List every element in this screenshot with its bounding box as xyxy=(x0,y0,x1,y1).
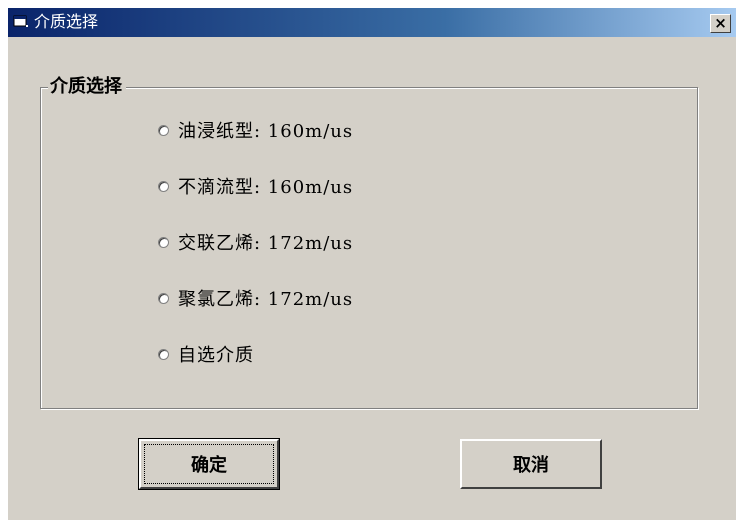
cancel-button-label: 取消 xyxy=(513,455,549,476)
radio-label: 聚氯乙烯: 172m/us xyxy=(178,289,354,310)
radio-button[interactable] xyxy=(158,180,169,192)
app-icon xyxy=(13,15,28,27)
cancel-button[interactable]: 取消 xyxy=(460,439,602,489)
radio-label: 自选介质 xyxy=(178,345,254,366)
radio-option-custom[interactable]: 自选介质 xyxy=(158,342,254,366)
title-bar[interactable]: 介质选择 × xyxy=(8,8,736,37)
ok-button[interactable]: 确定 xyxy=(138,438,280,490)
radio-button[interactable] xyxy=(158,292,169,304)
radio-option-non-drip[interactable]: 不滴流型: 160m/us xyxy=(158,174,353,198)
close-button[interactable]: × xyxy=(710,14,731,33)
window-title: 介质选择 xyxy=(34,12,99,31)
radio-button[interactable] xyxy=(158,124,169,136)
radio-option-pvc[interactable]: 聚氯乙烯: 172m/us xyxy=(158,286,353,310)
radio-button[interactable] xyxy=(158,236,169,248)
radio-label: 油浸纸型: 160m/us xyxy=(178,121,354,142)
radio-button[interactable] xyxy=(158,348,169,360)
radio-option-oil-paper[interactable]: 油浸纸型: 160m/us xyxy=(158,118,353,142)
close-icon: × xyxy=(714,14,727,32)
focus-rect xyxy=(144,444,274,484)
radio-option-xlpe[interactable]: 交联乙烯: 172m/us xyxy=(158,230,353,254)
dialog-window: 介质选择 × 介质选择 油浸纸型: 160m/us 不滴流型: 160m/us … xyxy=(8,8,736,520)
radio-label: 不滴流型: 160m/us xyxy=(178,177,354,198)
radio-label: 交联乙烯: 172m/us xyxy=(178,233,354,254)
medium-groupbox xyxy=(40,87,698,409)
groupbox-title: 介质选择 xyxy=(48,76,126,98)
